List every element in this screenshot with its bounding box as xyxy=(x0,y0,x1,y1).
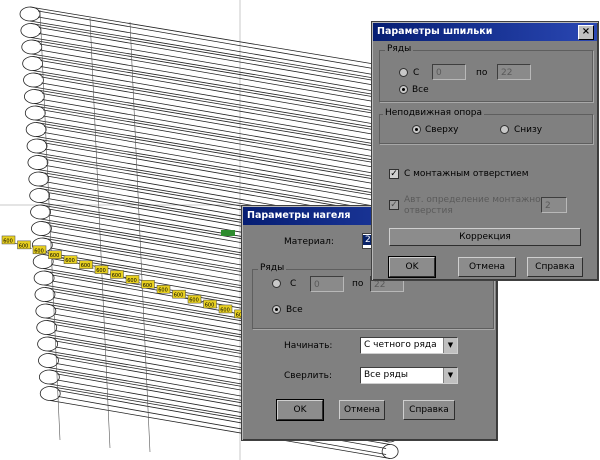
dimension-label: 600 xyxy=(220,307,230,313)
log-end xyxy=(19,6,41,22)
dimension-label: 600 xyxy=(19,243,29,249)
log-end xyxy=(34,287,56,302)
start-select[interactable]: С четного ряда ▼ xyxy=(360,337,458,354)
start-select-value: С четного ряда xyxy=(364,340,437,350)
log-edge xyxy=(29,20,381,80)
log-end xyxy=(36,320,58,335)
dowel-from-radio[interactable] xyxy=(272,279,281,288)
log-edge xyxy=(37,16,377,76)
dimension-label: 600 xyxy=(50,253,60,259)
bottom-radio[interactable] xyxy=(500,125,509,134)
stud-parameters-dialog: Параметры шпильки × Ряды С 0 по 22 Все Н… xyxy=(371,21,599,281)
dowel-from-label: С xyxy=(290,279,297,289)
log-edge xyxy=(42,99,379,158)
stud-to-input[interactable]: 22 xyxy=(497,64,531,80)
auto-mount-checkbox[interactable]: ✓ xyxy=(389,200,399,210)
auto-mount-input[interactable]: 2 xyxy=(541,197,567,213)
log-end xyxy=(37,336,58,352)
dimension-label: 600 xyxy=(158,288,168,294)
log-edge xyxy=(40,66,378,125)
log-end xyxy=(35,303,57,319)
stud-all-label: Все xyxy=(412,85,429,95)
dimension-label: 600 xyxy=(143,283,153,289)
drill-select[interactable]: Все ряды ▼ xyxy=(360,367,458,384)
dowel-ok-button[interactable]: OK xyxy=(276,399,324,421)
stud-to-label: по xyxy=(476,68,488,78)
auto-mount-label-line1: Авт. определение монтажного xyxy=(404,195,551,205)
correction-button[interactable]: Коррекция xyxy=(389,228,581,246)
start-label: Начинать: xyxy=(284,341,333,351)
dowel-cancel-button[interactable]: Отмена xyxy=(339,400,385,420)
dimension-label: 600 xyxy=(174,293,184,299)
dowel-from-input[interactable]: 0 xyxy=(310,276,344,292)
log-end xyxy=(20,23,42,38)
stud-all-radio[interactable] xyxy=(399,85,408,94)
top-label: Сверху xyxy=(425,125,459,135)
dowel-all-radio[interactable] xyxy=(272,305,281,314)
log-edge xyxy=(38,33,377,92)
log-end xyxy=(24,105,46,121)
bottom-label: Снизу xyxy=(514,125,543,135)
mount-hole-checkbox[interactable]: ✓ xyxy=(389,169,399,179)
dimension-label: 600 xyxy=(127,278,137,284)
stud-from-radio[interactable] xyxy=(399,68,408,77)
green-marker xyxy=(221,230,235,236)
top-radio[interactable] xyxy=(412,125,421,134)
dimension-label: 600 xyxy=(34,248,44,254)
log-end xyxy=(25,122,47,137)
stud-rows-group-label: Ряды xyxy=(385,44,414,54)
dimension-label: 600 xyxy=(81,263,91,269)
log-edge xyxy=(41,82,378,142)
stud-from-label: С xyxy=(413,68,420,78)
log-edge xyxy=(44,132,380,191)
stud-help-button[interactable]: Справка xyxy=(527,257,583,277)
dowel-to-label: по xyxy=(352,279,364,289)
log-end xyxy=(29,188,51,203)
log-edge xyxy=(44,148,380,208)
material-label: Материал: xyxy=(284,237,334,247)
stud-dialog-title: Параметры шпильки xyxy=(377,26,493,37)
log-end xyxy=(27,155,49,170)
dowel-all-label: Все xyxy=(286,305,303,315)
log-end xyxy=(381,444,399,459)
log-end xyxy=(21,39,43,55)
dimension-label: 600 xyxy=(205,303,215,309)
stud-cancel-button[interactable]: Отмена xyxy=(458,257,516,277)
mount-hole-label: С монтажным отверстием xyxy=(404,169,529,179)
log-end xyxy=(38,353,59,368)
drill-label: Сверлить: xyxy=(284,371,333,381)
stud-from-input[interactable]: 0 xyxy=(432,64,466,80)
drill-select-value: Все ряды xyxy=(364,370,408,380)
log-end xyxy=(39,386,61,401)
log-end xyxy=(31,221,52,236)
close-icon[interactable]: × xyxy=(578,25,594,40)
dowel-rows-group-label: Ряды xyxy=(258,263,287,273)
log-edge xyxy=(37,10,377,70)
log-end xyxy=(22,56,44,71)
log-end xyxy=(24,89,45,104)
log-end xyxy=(33,270,55,286)
dowel-help-button[interactable]: Справка xyxy=(403,400,455,420)
dimension-label: 600 xyxy=(96,268,106,274)
log-edge xyxy=(39,49,377,109)
fixed-support-group-label: Неподвижная опора xyxy=(383,108,484,118)
dimension-label: 600 xyxy=(65,258,75,264)
dimension-label: 600 xyxy=(3,238,13,244)
auto-mount-label-line2: отверстия xyxy=(404,206,453,216)
chevron-down-icon[interactable]: ▼ xyxy=(443,338,457,353)
log-end xyxy=(38,369,60,385)
chevron-down-icon[interactable]: ▼ xyxy=(443,368,457,383)
log-edge xyxy=(43,115,379,175)
dimension-label: 600 xyxy=(189,298,199,304)
dowel-dialog-title: Параметры нагеля xyxy=(247,210,351,221)
stud-dialog-titlebar[interactable]: Параметры шпильки × xyxy=(373,23,597,41)
dimension-label: 600 xyxy=(112,273,122,279)
log-end xyxy=(26,138,48,154)
log-end xyxy=(28,171,50,187)
stud-ok-button[interactable]: OK xyxy=(388,256,436,278)
log-end xyxy=(23,72,44,88)
log-end xyxy=(30,204,51,220)
